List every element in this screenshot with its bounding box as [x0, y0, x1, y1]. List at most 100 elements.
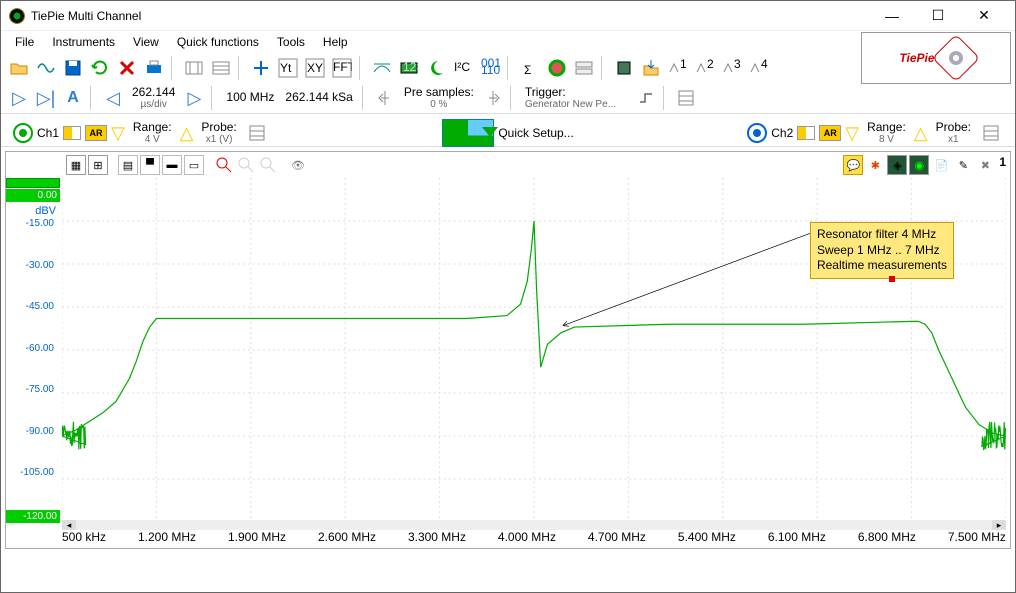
print-icon[interactable]	[142, 56, 166, 80]
tip-icon[interactable]: 💬	[843, 155, 863, 175]
binary-icon[interactable]: 00101101	[478, 56, 502, 80]
menu-help[interactable]: Help	[315, 33, 356, 51]
seq2-icon[interactable]: 2	[693, 56, 717, 80]
cursor-icon[interactable]	[182, 56, 206, 80]
window-title: TiePie Multi Channel	[31, 9, 869, 23]
plot-number: 1	[999, 155, 1006, 175]
xaxis-tick: 4.700 MHz	[588, 530, 646, 548]
filter-icon[interactable]	[370, 56, 394, 80]
ch2-section: Ch2 AR ▽ Range:8 V △ Probe:x1	[741, 121, 1009, 145]
svg-text:FFT: FFT	[333, 60, 352, 74]
visible-icon[interactable]: 👁	[288, 155, 308, 175]
playonce-icon[interactable]: ▷|	[34, 86, 58, 110]
seq1-icon[interactable]: 1	[666, 56, 690, 80]
presamples[interactable]: Pre samples:0 %	[400, 86, 478, 110]
scope1-icon[interactable]: ◈	[887, 155, 907, 175]
menu-file[interactable]: File	[7, 33, 42, 51]
pretrig-left-icon[interactable]	[373, 86, 397, 110]
clear-icon[interactable]: ✖	[975, 155, 995, 175]
menu-tools[interactable]: Tools	[269, 33, 313, 51]
ch2-indicator-icon[interactable]	[747, 123, 767, 143]
export-icon[interactable]	[639, 56, 663, 80]
minimize-button[interactable]: —	[869, 1, 915, 31]
timebase-right-icon[interactable]: ▷	[182, 86, 206, 110]
trigedge-icon[interactable]	[634, 86, 658, 110]
style4-icon[interactable]: ▭	[184, 155, 204, 175]
ch2-range-down-icon[interactable]: ▽	[845, 123, 859, 144]
seq4-icon[interactable]: 4	[747, 56, 771, 80]
i2c-icon[interactable]: I²C	[451, 56, 475, 80]
color-icon[interactable]	[545, 56, 569, 80]
xaxis-tick: 4.000 MHz	[498, 530, 556, 548]
annotation-box[interactable]: Resonator filter 4 MHz Sweep 1 MHz .. 7 …	[810, 222, 954, 279]
style1-icon[interactable]: ▤	[118, 155, 138, 175]
butterfly-icon[interactable]: ✱	[865, 155, 885, 175]
delete-icon[interactable]	[115, 56, 139, 80]
open-icon[interactable]	[7, 56, 31, 80]
ch1-probe[interactable]: Probe:x1 (V)	[197, 121, 240, 145]
close-button[interactable]: ✕	[961, 1, 1007, 31]
xaxis-tick: 500 kHz	[62, 530, 106, 548]
ch2-ar[interactable]: AR	[819, 125, 841, 141]
menu-quickfunctions[interactable]: Quick functions	[169, 33, 267, 51]
save-icon[interactable]	[61, 56, 85, 80]
timebase-value[interactable]: 262.144µs/div	[128, 86, 179, 110]
ch2-range[interactable]: Range:8 V	[863, 121, 910, 145]
toolbar-acquisition: ▷ ▷| A ◁ 262.144µs/div ▷ 100 MHz 262.144…	[1, 83, 1015, 113]
timebase-left-icon[interactable]: ◁	[101, 86, 125, 110]
play-icon[interactable]: ▷	[7, 86, 31, 110]
add-graph-icon[interactable]	[249, 56, 273, 80]
svg-text:Yt: Yt	[280, 61, 292, 75]
zoomreset-icon[interactable]	[258, 155, 278, 175]
style3-icon[interactable]: ▬	[162, 155, 182, 175]
ch2-probe[interactable]: Probe:x1	[932, 121, 975, 145]
quicksetup-button[interactable]: Quick Setup...	[433, 116, 582, 150]
ch1-settings-icon[interactable]	[245, 121, 269, 145]
meter-icon[interactable]: 123	[397, 56, 421, 80]
axis-icon[interactable]: ⊞	[88, 155, 108, 175]
menu-view[interactable]: View	[125, 33, 167, 51]
plot-canvas[interactable]: Resonator filter 4 MHz Sweep 1 MHz .. 7 …	[62, 178, 1006, 522]
ch1-indicator-icon[interactable]	[13, 123, 33, 143]
chip-icon[interactable]	[612, 56, 636, 80]
auto-icon[interactable]: A	[61, 86, 85, 110]
xaxis-tick: 3.300 MHz	[408, 530, 466, 548]
maximize-button[interactable]: ☐	[915, 1, 961, 31]
ch2-settings-icon[interactable]	[979, 121, 1003, 145]
ch2-range-up-icon[interactable]: △	[914, 123, 928, 144]
zoomin-icon[interactable]	[214, 155, 234, 175]
scope2-icon[interactable]: ◉	[909, 155, 929, 175]
fft-icon[interactable]: FFT	[330, 56, 354, 80]
xaxis-tick: 6.100 MHz	[768, 530, 826, 548]
zoomout-icon[interactable]	[236, 155, 256, 175]
menu-instruments[interactable]: Instruments	[44, 33, 123, 51]
ch1-range[interactable]: Range:4 V	[129, 121, 176, 145]
seq3-icon[interactable]: 3	[720, 56, 744, 80]
xy-icon[interactable]: XY	[303, 56, 327, 80]
yaxis-bottom: -120.00	[6, 510, 60, 523]
edit-icon[interactable]: ✎	[953, 155, 973, 175]
ch1-range-down-icon[interactable]: ▽	[111, 123, 125, 144]
svg-text:1: 1	[680, 58, 687, 71]
annotation-line: Sweep 1 MHz .. 7 MHz	[817, 243, 947, 259]
yt-icon[interactable]: Yt	[276, 56, 300, 80]
svg-text:I²C: I²C	[454, 60, 470, 74]
note-icon[interactable]: 📄	[931, 155, 951, 175]
settings-icon[interactable]	[674, 86, 698, 110]
sigma-icon[interactable]: Σ	[518, 56, 542, 80]
refresh-icon[interactable]	[88, 56, 112, 80]
bus-icon[interactable]	[572, 56, 596, 80]
ch1-coupling-icon[interactable]	[63, 126, 81, 140]
ch2-coupling-icon[interactable]	[797, 126, 815, 140]
pretrig-right-icon[interactable]	[481, 86, 505, 110]
trigger[interactable]: Trigger:Generator New Pe...	[521, 86, 631, 110]
ch1-ar[interactable]: AR	[85, 125, 107, 141]
wave-icon[interactable]	[34, 56, 58, 80]
recordlen[interactable]: 262.144 kSa	[281, 91, 356, 104]
ch1-range-up-icon[interactable]: △	[180, 123, 194, 144]
sampleclock[interactable]: 100 MHz	[222, 91, 278, 104]
moon-icon[interactable]	[424, 56, 448, 80]
cursor2-icon[interactable]	[209, 56, 233, 80]
style2-icon[interactable]: ▀	[140, 155, 160, 175]
grid-icon[interactable]: ▦	[66, 155, 86, 175]
